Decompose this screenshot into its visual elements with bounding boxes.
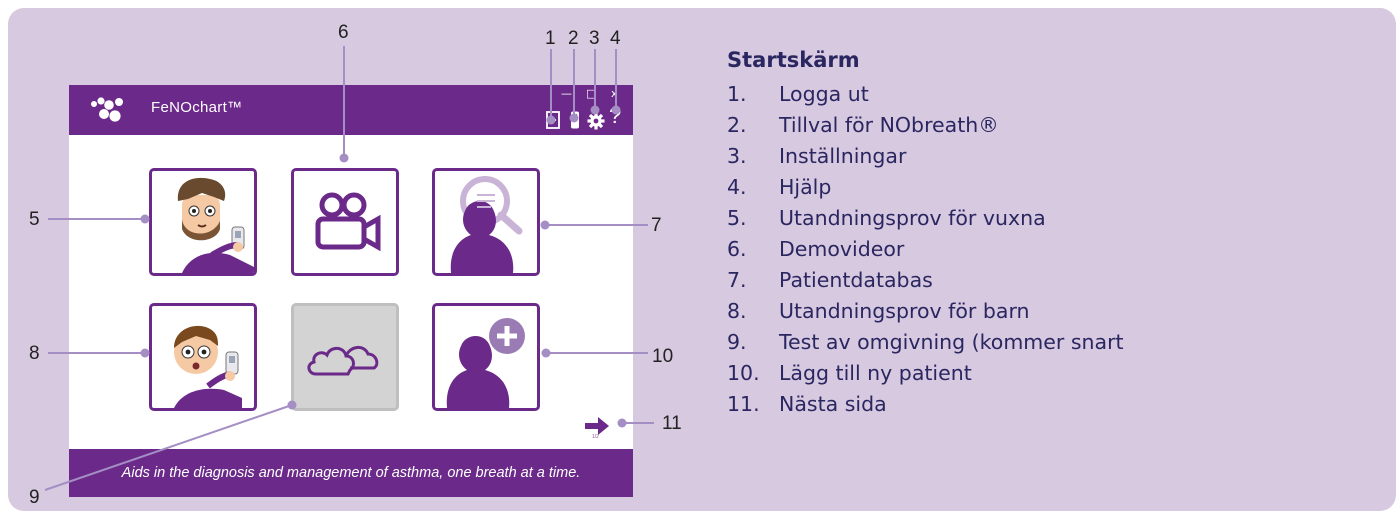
legend-item-text: Utandningsprov för barn [779,299,1030,323]
legend-item-number: 2. [727,113,747,137]
legend-item-number: 1. [727,82,747,106]
legend-item: 10. Lägg till ny patient [727,358,972,389]
legend-item-number: 10. [727,361,760,385]
footer-bar: Aids in the diagnosis and management of … [69,449,633,497]
callout-9: 9 [29,487,40,508]
legend-item: 6. Demovideor [727,234,904,265]
add-patient-tile[interactable] [432,303,540,411]
legend-item-number: 5. [727,206,747,230]
add-patient-icon [446,318,525,408]
demo-videos-tile[interactable] [291,168,399,276]
legend-item: 8. Utandningsprov för barn [727,296,1030,327]
legend-item: 1. Logga ut [727,79,869,110]
legend-item-number: 9. [727,330,747,354]
next-page-arrow-icon[interactable] [585,417,609,435]
legend-item-number: 3. [727,144,747,168]
legend-item-text: Demovideor [779,237,905,261]
tagline: Aids in the diagnosis and management of … [121,465,581,481]
callout-7: 7 [651,215,662,236]
page-indicator: 1/2 [592,434,599,440]
adult-test-tile[interactable] [149,168,257,276]
title-bar: FeNOchart™ — □ x ? [69,85,633,135]
callout-10: 10 [652,346,674,367]
legend-item-text: Logga ut [779,82,869,106]
legend-item-number: 4. [727,175,747,199]
minimize-button[interactable]: — [561,88,572,99]
legend: Startskärm 1. Logga ut 2. Tillval för NObre… [727,47,1124,420]
legend-item: 3. Inställningar [727,141,906,172]
legend-item: 2. Tillval för NObreath® [727,110,999,141]
legend-item-text: Nästa sida [779,392,887,416]
legend-item-number: 7. [727,268,747,292]
help-icon[interactable]: ? [609,105,621,127]
app-name: FeNOchart™ [151,99,243,116]
adult-with-device-icon [177,177,254,273]
legend-item-number: 11. [727,392,760,416]
video-camera-icon [315,192,381,252]
callout-2: 2 [568,28,579,49]
legend-item-text: Tillval för NObreath® [779,113,999,137]
legend-item-text: Test av omgivning (kommer snart [779,330,1124,354]
callout-4: 4 [610,28,621,49]
gear-icon[interactable] [587,112,605,130]
patient-search-icon [450,176,523,273]
legend-item-number: 8. [727,299,747,323]
legend-list: 1. Logga ut 2. Tillval för NObreath® 3. Instä… [727,79,1124,420]
legend-item-text: Utandningsprov för vuxna [779,206,1046,230]
logout-icon[interactable] [545,111,561,129]
legend-item: 7. Patientdatabas [727,265,933,296]
app-window: FeNOchart™ — □ x ? 1/2 Aids in the diagn… [69,85,633,497]
child-with-device-icon [174,325,242,408]
close-button[interactable]: x [611,88,618,99]
cloud-icon [307,346,379,376]
legend-item: 9. Test av omgivning (kommer snart [727,327,1124,358]
legend-title: Startskärm [727,48,860,72]
legend-item-text: Hjälp [779,175,832,199]
patient-database-tile[interactable] [432,168,540,276]
legend-item-number: 6. [727,237,747,261]
legend-item-text: Lägg till ny patient [779,361,972,385]
fenochart-logo [91,97,123,122]
ambient-test-tile [291,303,399,411]
callout-5: 5 [29,209,40,230]
legend-item: 5. Utandningsprov för vuxna [727,203,1046,234]
legend-item-text: Patientdatabas [779,268,933,292]
callout-3: 3 [589,28,600,49]
device-icon[interactable] [567,111,583,129]
child-test-tile[interactable] [149,303,257,411]
legend-item-text: Inställningar [779,144,907,168]
callout-8: 8 [29,343,40,364]
legend-item: 4. Hjälp [727,172,860,203]
legend-item: 11. Nästa sida [727,389,887,420]
callout-6: 6 [338,22,349,43]
callout-1: 1 [545,28,556,49]
maximize-button[interactable]: □ [586,88,596,99]
callout-11: 11 [662,413,682,434]
